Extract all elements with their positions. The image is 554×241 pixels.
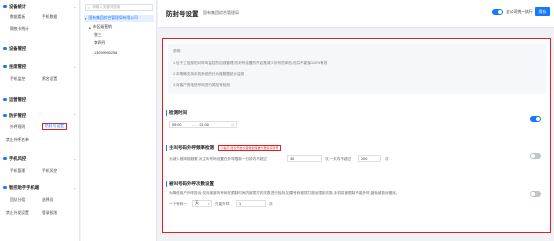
section-title-text: 被叫号码外呼次数设置 [169, 181, 214, 186]
page-header: 防封号设置 国有集团综合管理局 全公司统一执行 保存 [158, 0, 554, 28]
nav-dot-icon [3, 156, 7, 161]
tree-search-input[interactable]: ⌕ 请输入关键词搜索 [85, 4, 153, 11]
clock-icon: ◷ [230, 122, 234, 127]
caret-down-icon: ▼ [84, 16, 87, 21]
nav-item-phone-data[interactable]: 手机数据 [42, 14, 57, 21]
left-nav: 设备统计 ⌄ 数据看板 手机数据 隔夜卡统计 设备管控 坐席管控 ⌄ 手机监控 黑名… [0, 0, 80, 241]
nav-group-device-stats[interactable]: 设备统计 ⌄ [3, 3, 76, 10]
page-title: 防封号设置 [166, 11, 199, 18]
notice-box: 说明: 1.也于工信部的对呼叫监控的加强管理,防封号设置的开启是减少封号的风险,… [168, 44, 546, 94]
nav-item-login-perm[interactable]: 登录权限 [42, 210, 57, 217]
call-freq-desc: 为减少被网络频繁,对主叫号码设置在外呼限制一分钟内不超过 [169, 157, 268, 161]
time-end: 21:00 [199, 122, 209, 127]
nav-dot-icon [3, 64, 7, 69]
time-separator: — [191, 122, 196, 127]
nav-item-blacklist[interactable]: 黑名设置 [42, 76, 57, 83]
notice-line: 3.对客户的电信号码进行风险号检测 [173, 83, 230, 87]
nav-item-team-group[interactable]: 团队分组 [10, 197, 25, 204]
nav-item-phone-monitor[interactable]: 手机监控 [10, 76, 25, 83]
chevron-up-icon: ⌃ [73, 113, 77, 118]
nav-group-label: 设备管控 [9, 45, 27, 51]
tree-node-user[interactable]: 李四丹 [94, 40, 105, 47]
nav-dot-icon [3, 97, 7, 102]
tree-node-district[interactable]: ▶ 市区级营销 [89, 24, 112, 31]
nav-group-label: 设备统计 [9, 3, 27, 9]
nav-item-blocked-list[interactable]: 禁止外呼名单 [6, 137, 29, 144]
check-time-toggle[interactable] [530, 116, 541, 122]
call-freq-mid: 次,一天内不超过 [325, 157, 352, 161]
callee-limit-mid: 只能外呼 [215, 202, 230, 206]
nav-group-seat-control[interactable]: 坐席管控 ⌄ [3, 63, 76, 70]
tree-node-label: 国有集团综合管理局有限公司 [88, 16, 138, 20]
section-title-text: 检测时间 [169, 110, 187, 115]
nav-group-device-control[interactable]: 设备管控 [3, 45, 26, 52]
callee-limit-prefix: 一个号码一 [169, 202, 187, 206]
nav-group-protection[interactable]: 防护管控 ⌃ [3, 112, 76, 119]
nav-group-label: 坐席管控 [9, 63, 27, 69]
nav-group-phone-risk[interactable]: 手机风控 ⌄ [3, 155, 76, 162]
section-title: 主叫号码外呼频率检测 小提示:建议开启以避免坐席被大量投诉封号 [166, 145, 281, 151]
section-callee-limit: 被叫号码外呼次数设置 为降低用户外呼投诉,仅对某被叫号码在限制时间内被拨打的次数… [166, 181, 546, 211]
section-title: 检测时间 [166, 110, 187, 116]
nav-dot-icon [3, 46, 7, 51]
nav-group-label: 运营管控 [9, 96, 27, 102]
per-day-limit-input[interactable]: 200 [358, 155, 381, 162]
nav-dot-icon [3, 4, 7, 9]
company-unified-toggle[interactable] [492, 9, 503, 15]
chevron-down-icon: ⌄ [73, 156, 77, 161]
nav-item-block-send[interactable]: 禁止外发设置 [6, 210, 29, 217]
tree-node-label: 市区级营销 [92, 25, 112, 29]
tree-node-user[interactable]: 张三 [94, 32, 102, 39]
chevron-down-icon: ▾ [207, 201, 210, 206]
chevron-down-icon: ⌄ [73, 185, 77, 190]
callee-limit-unit: 次 [269, 202, 273, 206]
nav-item-outbound-rules[interactable]: 外呼规则 [10, 124, 25, 131]
nav-item-phone-risk[interactable]: 手机风控 [42, 168, 57, 175]
search-placeholder: 请输入关键词搜索 [92, 5, 121, 9]
nav-dot-icon [3, 113, 7, 118]
section-title-text: 主叫号码外呼频率检测 [169, 145, 214, 150]
call-freq-unit: 次 [385, 157, 389, 161]
save-button[interactable]: 保存 [535, 7, 550, 16]
search-icon: ⌕ [88, 5, 91, 10]
tree-node-root[interactable]: ▼ 国有集团综合管理局有限公司 [84, 15, 154, 22]
callee-count-input[interactable]: 1 [236, 200, 266, 207]
notice-line: 2.本策略支持手机系统的行为做数据统计监测 [173, 72, 245, 76]
nav-group-assistant[interactable]: 智控助手手机端 ⌄ [3, 184, 76, 191]
section-call-frequency: 主叫号码外呼频率检测 小提示:建议开启以避免坐席被大量投诉封号 为减少被网络频繁,… [166, 145, 546, 170]
nav-dot-icon [3, 185, 7, 190]
callee-limit-toggle[interactable] [530, 191, 541, 197]
period-select[interactable]: 天 ▾ [192, 200, 212, 207]
org-tree-panel: ⌕ 请输入关键词搜索 ▼ 国有集团综合管理局有限公司 ▶ 市区级营销 张三 李四丹 1… [81, 0, 228, 241]
nav-item-phone-manage[interactable]: 手机管理 [10, 168, 25, 175]
nav-item-dashboard[interactable]: 数据看板 [10, 14, 25, 21]
section-check-time: 检测时间 09:00 — 21:00 ◷ [166, 110, 546, 130]
nav-group-label: 智控助手手机端 [9, 184, 40, 190]
section-title: 被叫号码外呼次数设置 [166, 181, 214, 187]
nav-item-anti-ban[interactable]: 防封号设置 [42, 123, 67, 130]
nav-item-overnight-card[interactable]: 隔夜卡统计 [10, 26, 29, 33]
period-value: 天 [195, 201, 199, 205]
tree-node-phone[interactable]: 13099990258 [94, 49, 117, 56]
per-minute-limit-input[interactable]: 30 [287, 155, 322, 162]
nav-group-label: 手机风控 [9, 155, 27, 161]
chevron-down-icon: ⌄ [73, 4, 77, 9]
settings-panel: 说明: 1.也于工信部的对呼叫监控的加强管理,防封号设置的开启是减少封号的风险,… [162, 38, 551, 233]
time-range-picker[interactable]: 09:00 — 21:00 ◷ [169, 121, 237, 128]
app-root: 设备统计 ⌄ 数据看板 手机数据 隔夜卡统计 设备管控 坐席管控 ⌄ 手机监控 黑名… [0, 0, 554, 241]
tip-badge: 小提示:建议开启以避免坐席被大量投诉封号 [218, 145, 281, 151]
call-frequency-toggle[interactable] [530, 153, 541, 159]
notice-title: 说明: [173, 49, 182, 53]
nav-group-operations[interactable]: 运营管控 [3, 96, 26, 103]
caret-right-icon: ▶ [89, 25, 92, 30]
nav-group-label: 防护管控 [9, 112, 27, 118]
callee-limit-desc: 为降低用户外呼投诉,仅对某被叫号码在限制时间内被拨打的次数进行检测,如果号码被拨… [169, 191, 400, 195]
nav-item-selector[interactable]: 选择员 [42, 197, 53, 204]
time-start: 09:00 [172, 122, 182, 127]
chevron-down-icon: ⌄ [73, 64, 77, 69]
company-unified-label: 全公司统一执行 [506, 10, 533, 14]
notice-line: 1.也于工信部的对呼叫监控的加强管理,防封号设置的开启是减少封号的风险,但并不能… [173, 61, 328, 65]
page-subtitle: 国有集团综合管理局 [203, 10, 239, 15]
